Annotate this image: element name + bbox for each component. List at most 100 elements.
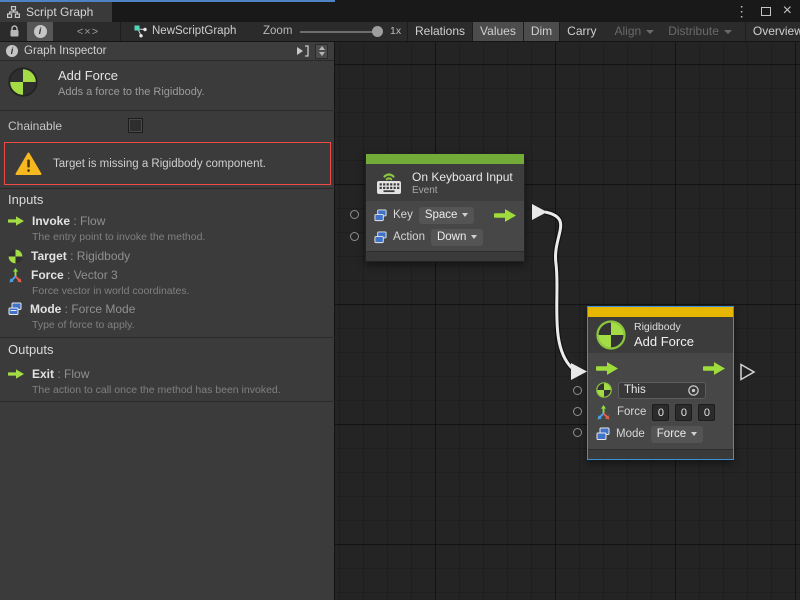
port-description: The entry point to invoke the method. <box>32 231 328 243</box>
force-port[interactable] <box>573 407 582 416</box>
port-description: The action to call once the method has b… <box>32 384 328 396</box>
action-value: Down <box>437 231 466 243</box>
node-add-force[interactable]: Rigidbody Add Force <box>587 306 734 460</box>
mode-label: Mode <box>616 428 645 440</box>
close-icon[interactable]: × <box>783 0 792 22</box>
force-z-input[interactable]: 0 <box>698 404 715 421</box>
flow-output-port[interactable] <box>703 362 725 375</box>
key-value: Space <box>425 209 458 221</box>
window-controls: ⋮ × <box>735 0 792 22</box>
carry-button[interactable]: Carry <box>559 22 603 41</box>
kebab-menu-icon[interactable]: ⋮ <box>735 0 749 22</box>
mode-port[interactable] <box>573 428 582 437</box>
dock-panel-icon[interactable] <box>295 45 309 57</box>
divider <box>0 337 335 338</box>
flow-input-port[interactable] <box>596 362 618 375</box>
rigidbody-icon <box>596 320 626 350</box>
action-dropdown[interactable]: Down <box>431 229 483 246</box>
edit-script-button[interactable]: <×> <box>66 22 110 41</box>
inspector-toggle-button[interactable]: i <box>27 22 53 41</box>
flow-row <box>588 357 733 379</box>
zoom-label: Zoom <box>263 22 292 41</box>
rigidbody-icon <box>8 249 23 264</box>
lock-button[interactable] <box>2 22 26 41</box>
object-picker-icon[interactable] <box>687 384 700 397</box>
node-footer <box>588 449 733 459</box>
target-value: This <box>624 384 646 396</box>
chevron-down-icon <box>462 213 468 217</box>
overview-button[interactable]: Overview <box>745 22 800 41</box>
node-title: On Keyboard Input <box>412 170 513 184</box>
key-port[interactable] <box>350 210 359 219</box>
chainable-checkbox[interactable] <box>128 118 143 133</box>
relations-button[interactable]: Relations <box>407 22 472 41</box>
action-node-color-bar <box>588 307 733 317</box>
values-button[interactable]: Values <box>472 22 523 41</box>
title-bar: Script Graph ⋮ × <box>0 0 800 22</box>
zoom-slider-track[interactable] <box>300 31 378 33</box>
input-row-invoke: Invoke : Flow The entry point to invoke … <box>8 213 328 243</box>
mode-dropdown[interactable]: Force <box>651 426 703 443</box>
graph-toolbar: i <×> NewScriptGraph Zoom 1x Relations V… <box>0 22 800 42</box>
port-type: : Rigidbody <box>67 249 130 263</box>
node-title: Add Force <box>634 334 694 349</box>
chevron-down-icon <box>724 30 732 34</box>
port-name: Mode <box>30 302 61 316</box>
graph-name-label[interactable]: NewScriptGraph <box>152 22 236 41</box>
node-on-keyboard-input[interactable]: On Keyboard Input Event Key Space <box>365 153 525 262</box>
align-dropdown[interactable]: Align <box>608 22 662 41</box>
enum-icon <box>8 302 22 316</box>
port-description: Force vector in world coordinates. <box>32 285 328 297</box>
node-subtitle: Event <box>412 185 513 196</box>
panel-scrubber[interactable] <box>315 44 328 59</box>
distribute-dropdown[interactable]: Distribute <box>661 22 739 41</box>
lock-icon <box>9 25 20 38</box>
force-label: Force <box>617 406 646 418</box>
chevron-down-icon <box>319 52 325 56</box>
chevron-down-icon <box>646 30 654 34</box>
key-label: Key <box>393 209 413 221</box>
port-name: Invoke <box>32 214 70 228</box>
port-type: : Force Mode <box>61 302 135 316</box>
mode-row: Mode Force <box>588 423 733 445</box>
vector3-icon <box>596 405 611 420</box>
chevron-down-icon <box>691 432 697 436</box>
force-row: Force 0 0 0 <box>588 401 733 423</box>
port-description: Type of force to apply. <box>32 319 328 331</box>
action-label: Action <box>393 231 425 243</box>
port-type: : Vector 3 <box>64 268 118 282</box>
warning-text: Target is missing a Rigidbody component. <box>53 158 266 170</box>
port-name: Exit <box>32 367 54 381</box>
target-port[interactable] <box>573 386 582 395</box>
vector3-icon <box>8 268 23 283</box>
target-object-field[interactable]: This <box>618 382 706 399</box>
divider <box>0 401 335 402</box>
toolbar-toggle-group: Relations Values Dim Carry Align Distrib… <box>407 22 800 41</box>
enum-icon <box>596 427 610 441</box>
node-titles: On Keyboard Input Event <box>412 170 513 196</box>
force-x-input[interactable]: 0 <box>652 404 669 421</box>
code-icon: <×> <box>77 26 99 38</box>
graph-asset-icon-button[interactable] <box>132 22 150 41</box>
force-y-input[interactable]: 0 <box>675 404 692 421</box>
tab-label: Script Graph <box>26 5 93 19</box>
maximize-icon[interactable] <box>761 7 771 16</box>
tab-script-graph[interactable]: Script Graph <box>0 2 112 22</box>
warning-box: Target is missing a Rigidbody component. <box>4 142 331 185</box>
node-header: On Keyboard Input Event <box>366 164 524 201</box>
zoom-slider-handle[interactable] <box>372 26 383 37</box>
flow-output-port[interactable] <box>494 209 516 222</box>
dim-button[interactable]: Dim <box>523 22 559 41</box>
distribute-label: Distribute <box>668 22 719 41</box>
action-port[interactable] <box>350 232 359 241</box>
chainable-label: Chainable <box>8 119 62 133</box>
key-dropdown[interactable]: Space <box>419 207 475 224</box>
target-row: This <box>588 379 733 401</box>
divider <box>0 188 335 189</box>
rigidbody-icon <box>596 382 612 398</box>
keyboard-event-icon <box>374 170 404 196</box>
graph-inspector-panel: i Graph Inspector Add Force Adds a force… <box>0 42 335 600</box>
port-type: : Flow <box>70 214 105 228</box>
outputs-header: Outputs <box>8 342 54 357</box>
key-row: Key Space <box>366 204 524 226</box>
